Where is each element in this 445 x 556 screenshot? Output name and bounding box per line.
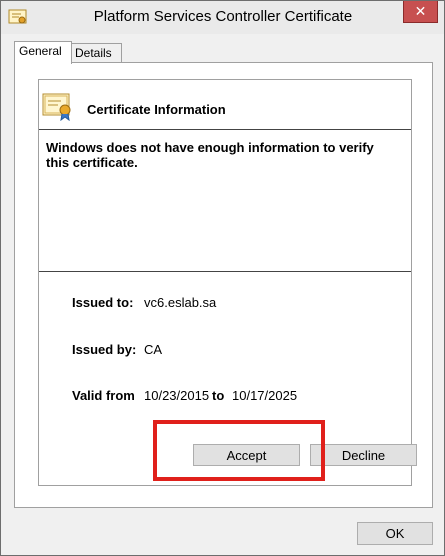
close-icon: ✕ xyxy=(414,3,427,19)
highlight-annotation xyxy=(153,420,325,481)
issued-by-value: CA xyxy=(144,342,163,357)
issued-to-label: Issued to: xyxy=(72,295,134,310)
tab-general[interactable]: General xyxy=(14,41,72,64)
issued-to-value: vc6.eslab.sa xyxy=(144,295,217,310)
valid-from-label: Valid from xyxy=(72,388,135,403)
certificate-dialog: Platform Services Controller Certificate… xyxy=(0,0,445,556)
certificate-icon xyxy=(42,93,71,121)
verification-warning: Windows does not have enough information… xyxy=(46,140,374,170)
certificate-icon xyxy=(8,9,27,24)
close-button[interactable]: ✕ xyxy=(403,1,438,23)
ok-button[interactable]: OK xyxy=(357,522,433,545)
divider xyxy=(39,129,411,130)
decline-button[interactable]: Decline xyxy=(310,444,417,466)
info-heading: Certificate Information xyxy=(87,102,226,117)
title-bar: Platform Services Controller Certificate… xyxy=(1,1,444,34)
window-title: Platform Services Controller Certificate xyxy=(93,8,353,25)
valid-from-value: 10/23/2015 xyxy=(144,388,210,403)
valid-to-value: 10/17/2025 xyxy=(232,388,298,403)
valid-to-label: to xyxy=(212,388,225,403)
issued-by-label: Issued by: xyxy=(72,342,137,357)
tab-details[interactable]: Details xyxy=(70,43,122,63)
divider xyxy=(39,271,411,272)
